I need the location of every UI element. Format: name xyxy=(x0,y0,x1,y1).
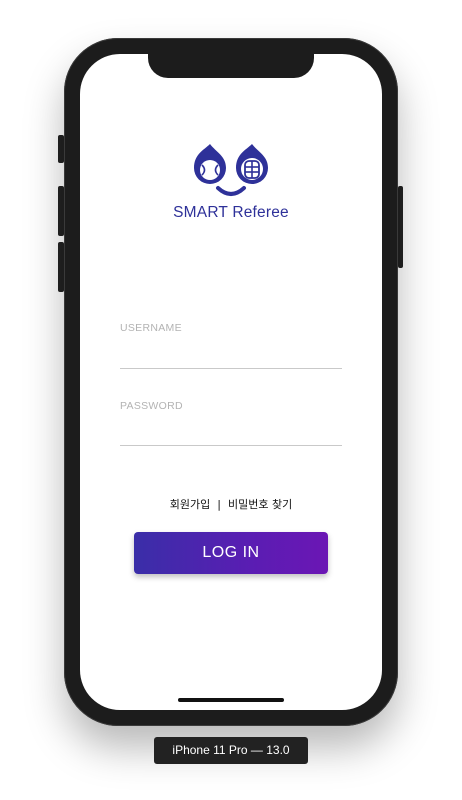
username-input[interactable] xyxy=(120,346,342,369)
power-button xyxy=(398,186,403,268)
username-label: USERNAME xyxy=(120,322,182,334)
password-label: PASSWORD xyxy=(120,400,183,412)
link-separator: | xyxy=(217,498,221,511)
password-input[interactable] xyxy=(120,423,342,446)
device-caption: iPhone 11 Pro — 13.0 xyxy=(154,737,308,764)
find-password-link[interactable]: 비밀번호 찾기 xyxy=(228,498,292,511)
home-indicator xyxy=(178,698,284,702)
login-button[interactable]: LOG IN xyxy=(134,532,328,574)
auth-links: 회원가입 | 비밀번호 찾기 xyxy=(80,496,382,512)
app-screen: SMART Referee USERNAME PASSWORD 회원가입 | 비밀번… xyxy=(80,54,382,710)
brand-title: SMART Referee xyxy=(173,204,289,221)
notch xyxy=(148,54,314,78)
signup-link[interactable]: 회원가입 xyxy=(170,498,210,511)
smart-referee-logo-icon xyxy=(194,144,268,196)
